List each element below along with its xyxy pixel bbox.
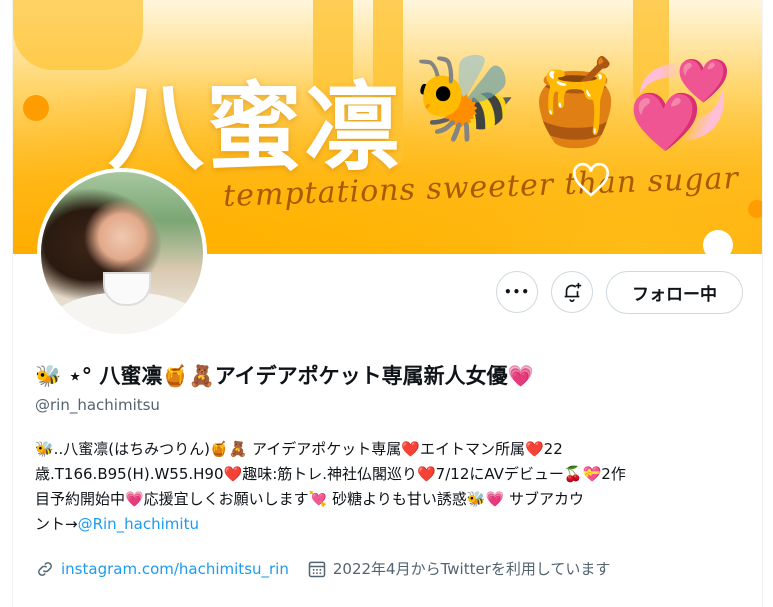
bio-line: 歳.T166.B95(H).W55.H90❤️趣味:筋トレ.神社仏閣巡り❤️7/…	[35, 465, 626, 483]
joined-date: 2022年4月からTwitterを利用しています	[332, 560, 611, 578]
following-button[interactable]: フォロー中	[606, 271, 743, 314]
bio-line: ント→@Rin_hachimitu	[35, 512, 735, 537]
hearts-emoji: 💞	[628, 55, 733, 153]
website-link[interactable]: instagram.com/hachimitsu_rin	[61, 560, 289, 578]
calendar-icon	[308, 561, 326, 577]
profile-bio: 🐝..八蜜凛(はちみつりん)🍯🧸 アイデアポケット専属❤️エイトマン所属❤️22…	[35, 437, 735, 537]
profile-page: 八蜜凛 🐝 🍯 💞 temptations sweeter than sugar…	[12, 0, 763, 607]
more-icon: •••	[503, 285, 530, 299]
bell-plus-icon	[564, 282, 582, 302]
banner-dot	[23, 95, 49, 121]
banner-title: 八蜜凛	[108, 72, 402, 184]
user-handle: @rin_hachimitsu	[35, 396, 160, 414]
profile-meta: instagram.com/hachimitsu_rin 2022年4月からTw…	[35, 558, 610, 579]
bio-line-prefix: ント→	[35, 515, 78, 533]
bio-line: 🐝..八蜜凛(はちみつりん)🍯🧸 アイデアポケット専属❤️エイトマン所属❤️22	[35, 440, 563, 458]
display-name: 🐝 ⋆° 八蜜凛🍯🧸アイデアポケット専属新人女優💗	[35, 364, 534, 388]
sub-account-link[interactable]: @Rin_hachimitu	[78, 515, 199, 533]
banner-dot	[748, 200, 762, 218]
bee-emoji: 🐝	[413, 48, 518, 146]
heart-outline-icon	[572, 162, 610, 197]
link-icon	[38, 561, 52, 576]
bio-line: 目予約開始中💗応援宜しくお願いします💘 砂糖よりも甘い誘惑🐝💗 サブアカウ	[35, 490, 584, 508]
notify-button[interactable]	[551, 271, 593, 313]
profile-avatar[interactable]	[37, 168, 207, 338]
banner-dot	[703, 230, 733, 254]
honey-pot-emoji: 🍯	[523, 53, 628, 151]
more-button[interactable]: •••	[496, 271, 538, 313]
